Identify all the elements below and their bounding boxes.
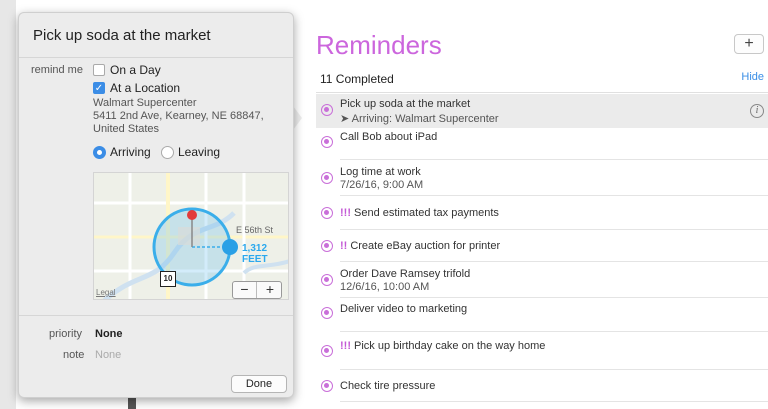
arriving-label[interactable]: Arriving (110, 145, 151, 159)
reminders-list-pane: Reminders + 11 Completed Hide Pick up so… (290, 0, 768, 409)
hide-completed-link[interactable]: Hide (741, 71, 764, 83)
reminder-title: Pick up soda at the market (340, 98, 471, 110)
zoom-out-button[interactable]: − (233, 282, 257, 298)
reminder-title: !!! Send estimated tax payments (340, 207, 499, 219)
highway-shield-icon: 10 (160, 271, 176, 287)
zoom-in-button[interactable]: + (258, 282, 282, 298)
on-a-day-checkbox[interactable] (93, 64, 105, 76)
completed-row: 11 Completed Hide (320, 70, 768, 90)
reminder-subtitle: 7/26/16, 9:00 AM (340, 179, 424, 191)
reminder-item[interactable]: Check tire pressure (316, 370, 768, 402)
reminder-item[interactable]: Log time at work 7/26/16, 9:00 AM (316, 160, 768, 196)
divider (19, 57, 293, 58)
completion-circle[interactable] (321, 172, 333, 184)
priority-marker: !!! (340, 340, 351, 352)
reminder-item[interactable]: Pick up soda at the market ➤ Arriving: W… (316, 94, 768, 128)
reminder-title-text: Create eBay auction for printer (350, 240, 501, 252)
arriving-radio[interactable] (93, 146, 106, 159)
completion-circle[interactable] (321, 104, 333, 116)
divider (340, 401, 768, 402)
at-location-label[interactable]: At a Location (110, 81, 180, 95)
popover-title[interactable]: Pick up soda at the market (33, 27, 211, 44)
reminder-title: Call Bob about iPad (340, 131, 438, 143)
reminder-item[interactable]: Deliver video to marketing (316, 298, 768, 332)
reminder-item[interactable]: Order Dave Ramsey trifold 12/6/16, 10:00… (316, 262, 768, 298)
completion-circle[interactable] (321, 345, 333, 357)
legal-link[interactable]: Legal (96, 288, 116, 297)
leaving-radio[interactable] (161, 146, 174, 159)
zoom-control: − + (232, 281, 282, 299)
reminder-title: Check tire pressure (340, 380, 436, 392)
radius-label: 1,312 FEET (242, 243, 268, 265)
priority-select[interactable]: None (95, 328, 123, 340)
address-line: 5411 2nd Ave, Kearney, NE 68847, (93, 110, 264, 122)
completion-circle[interactable] (321, 274, 333, 286)
completion-circle[interactable] (321, 240, 333, 252)
on-a-day-label[interactable]: On a Day (110, 63, 161, 77)
address-line: Walmart Supercenter (93, 97, 197, 109)
reminder-details-popover: Pick up soda at the market remind me On … (18, 12, 294, 398)
reminder-title: !! Create eBay auction for printer (340, 240, 500, 252)
street-label: E 56th St (236, 225, 274, 235)
reminder-title-text: Pick up birthday cake on the way home (354, 340, 546, 352)
completion-circle[interactable] (321, 380, 333, 392)
reminder-title: !!! Pick up birthday cake on the way home (340, 340, 545, 352)
reminder-title: Deliver video to marketing (340, 303, 468, 315)
reminder-item[interactable]: !! Create eBay auction for printer (316, 230, 768, 262)
completion-circle[interactable] (321, 207, 333, 219)
remind-me-label: remind me (31, 64, 83, 76)
priority-marker: !!! (340, 207, 351, 219)
reminder-item[interactable]: Call Bob about iPad (316, 128, 768, 160)
divider (19, 315, 293, 316)
list-title: Reminders (316, 30, 442, 60)
reminder-subtitle: 12/6/16, 10:00 AM (340, 281, 430, 293)
reminder-title-text: Send estimated tax payments (354, 207, 499, 219)
reminder-title: Log time at work (340, 166, 421, 178)
completed-count: 11 Completed (320, 72, 394, 86)
completion-circle[interactable] (321, 307, 333, 319)
reminder-item[interactable]: !!! Pick up birthday cake on the way home (316, 332, 768, 370)
reminder-title: Order Dave Ramsey trifold (340, 268, 471, 280)
leaving-label[interactable]: Leaving (178, 145, 220, 159)
location-address[interactable]: Walmart Supercenter 5411 2nd Ave, Kearne… (93, 97, 264, 136)
reminder-subtitle: ➤ Arriving: Walmart Supercenter (340, 113, 499, 125)
priority-label: priority (49, 328, 83, 340)
address-line: United States (93, 123, 160, 135)
divider (316, 92, 768, 93)
sidebar-edge (0, 0, 16, 409)
note-label: note (63, 349, 85, 361)
reminder-item[interactable]: !!! Send estimated tax payments (316, 196, 768, 230)
info-icon[interactable]: i (750, 104, 764, 118)
location-map[interactable]: E 56th St 1,312 FEET 10 Legal − + (93, 172, 289, 300)
note-field[interactable]: None (95, 349, 121, 361)
at-location-checkbox[interactable]: ✓ (93, 82, 105, 94)
add-reminder-button[interactable]: + (734, 34, 764, 54)
completion-circle[interactable] (321, 136, 333, 148)
priority-marker: !! (340, 240, 348, 252)
done-button[interactable]: Done (231, 375, 287, 393)
